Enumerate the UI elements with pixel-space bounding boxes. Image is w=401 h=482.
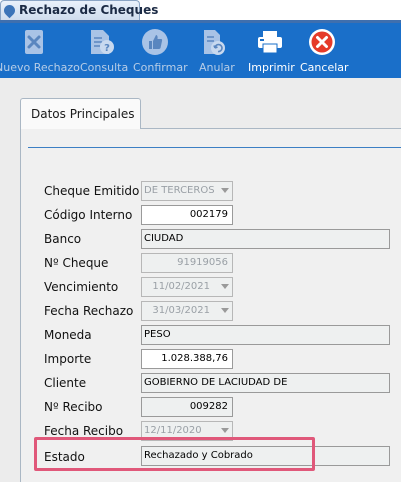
moneda-value: PESO (144, 329, 171, 340)
cheque-emitido-label: Cheque Emitido (44, 184, 140, 198)
anular-label: Anular (199, 61, 235, 74)
nro-cheque-value: 91919056 (177, 257, 228, 268)
confirmar-label: Confirmar (133, 61, 188, 74)
imprimir-button[interactable]: Imprimir (246, 23, 295, 78)
window-tab-title: Rechazo de Cheques (19, 3, 159, 17)
moneda-label: Moneda (44, 328, 92, 342)
fecha-rechazo-value: 31/03/2021 (152, 305, 210, 316)
section-divider (28, 147, 401, 148)
codigo-interno-label: Código Interno (44, 208, 133, 222)
consulta-button[interactable]: ? Consulta (74, 23, 130, 78)
window-tab[interactable]: Rechazo de Cheques (0, 0, 158, 20)
fecha-recibo-label: Fecha Recibo (44, 424, 124, 438)
chevron-down-icon (221, 188, 229, 193)
codigo-interno-value: 002179 (189, 209, 228, 220)
chevron-down-icon (221, 284, 229, 289)
nro-cheque-label: Nº Cheque (44, 256, 109, 270)
nuevo-rechazo-label: Nuevo Rechazo (0, 61, 80, 74)
importe-value: 1.028.388,76 (161, 353, 228, 364)
nro-recibo-value: 009282 (189, 401, 228, 412)
chevron-down-icon (221, 428, 229, 433)
moneda-field[interactable]: PESO (141, 325, 390, 345)
banco-field[interactable]: CIUDAD (141, 229, 390, 249)
codigo-interno-field[interactable]: 002179 (141, 205, 233, 225)
cancelar-label: Cancelar (300, 61, 349, 74)
svg-text:?: ? (104, 43, 110, 54)
consulta-label: Consulta (80, 61, 129, 74)
nro-cheque-field[interactable]: 91919056 (141, 253, 233, 273)
fecha-rechazo-date-picker[interactable]: 31/03/2021 (141, 301, 233, 321)
importe-field[interactable]: 1.028.388,76 (141, 349, 233, 369)
nro-recibo-label: Nº Recibo (44, 400, 103, 414)
cancelar-button[interactable]: Cancelar (298, 23, 349, 78)
imprimir-label: Imprimir (248, 61, 295, 74)
tab-datos-principales[interactable]: Datos Principales (20, 98, 141, 129)
thumbs-up-icon (142, 29, 168, 55)
anular-button[interactable]: Anular (192, 23, 242, 78)
fecha-recibo-value: 12/11/2020 (144, 425, 202, 436)
cheque-emitido-select[interactable]: DE TERCEROS (141, 181, 233, 201)
toolbar: Nuevo Rechazo ? Consulta Confirmar Anula… (0, 23, 401, 78)
cancel-x-icon (309, 29, 335, 55)
tab-datos-principales-label: Datos Principales (31, 107, 135, 121)
cliente-value: GOBIERNO DE LACIUDAD DE (144, 377, 288, 388)
printer-icon (258, 31, 282, 54)
cliente-field[interactable]: GOBIERNO DE LACIUDAD DE (141, 373, 390, 393)
banco-value: CIUDAD (144, 233, 184, 244)
vencimiento-label: Vencimiento (44, 280, 119, 294)
location-pin-icon (1, 2, 18, 19)
nro-recibo-field[interactable]: 009282 (141, 397, 233, 417)
importe-label: Importe (44, 352, 92, 366)
banco-label: Banco (44, 232, 82, 246)
cheque-x-icon (25, 30, 43, 54)
cheque-emitido-value: DE TERCEROS (144, 185, 215, 196)
document-help-icon: ? (91, 30, 114, 54)
fecha-rechazo-label: Fecha Rechazo (44, 304, 134, 318)
confirmar-button[interactable]: Confirmar (130, 23, 188, 78)
vencimiento-date-picker[interactable]: 11/02/2021 (141, 277, 233, 297)
estado-highlight-box (34, 437, 315, 471)
vencimiento-value: 11/02/2021 (152, 281, 210, 292)
chevron-down-icon (221, 308, 229, 313)
cliente-label: Cliente (44, 376, 87, 390)
document-undo-icon (204, 30, 225, 55)
nuevo-rechazo-button[interactable]: Nuevo Rechazo (0, 23, 80, 78)
